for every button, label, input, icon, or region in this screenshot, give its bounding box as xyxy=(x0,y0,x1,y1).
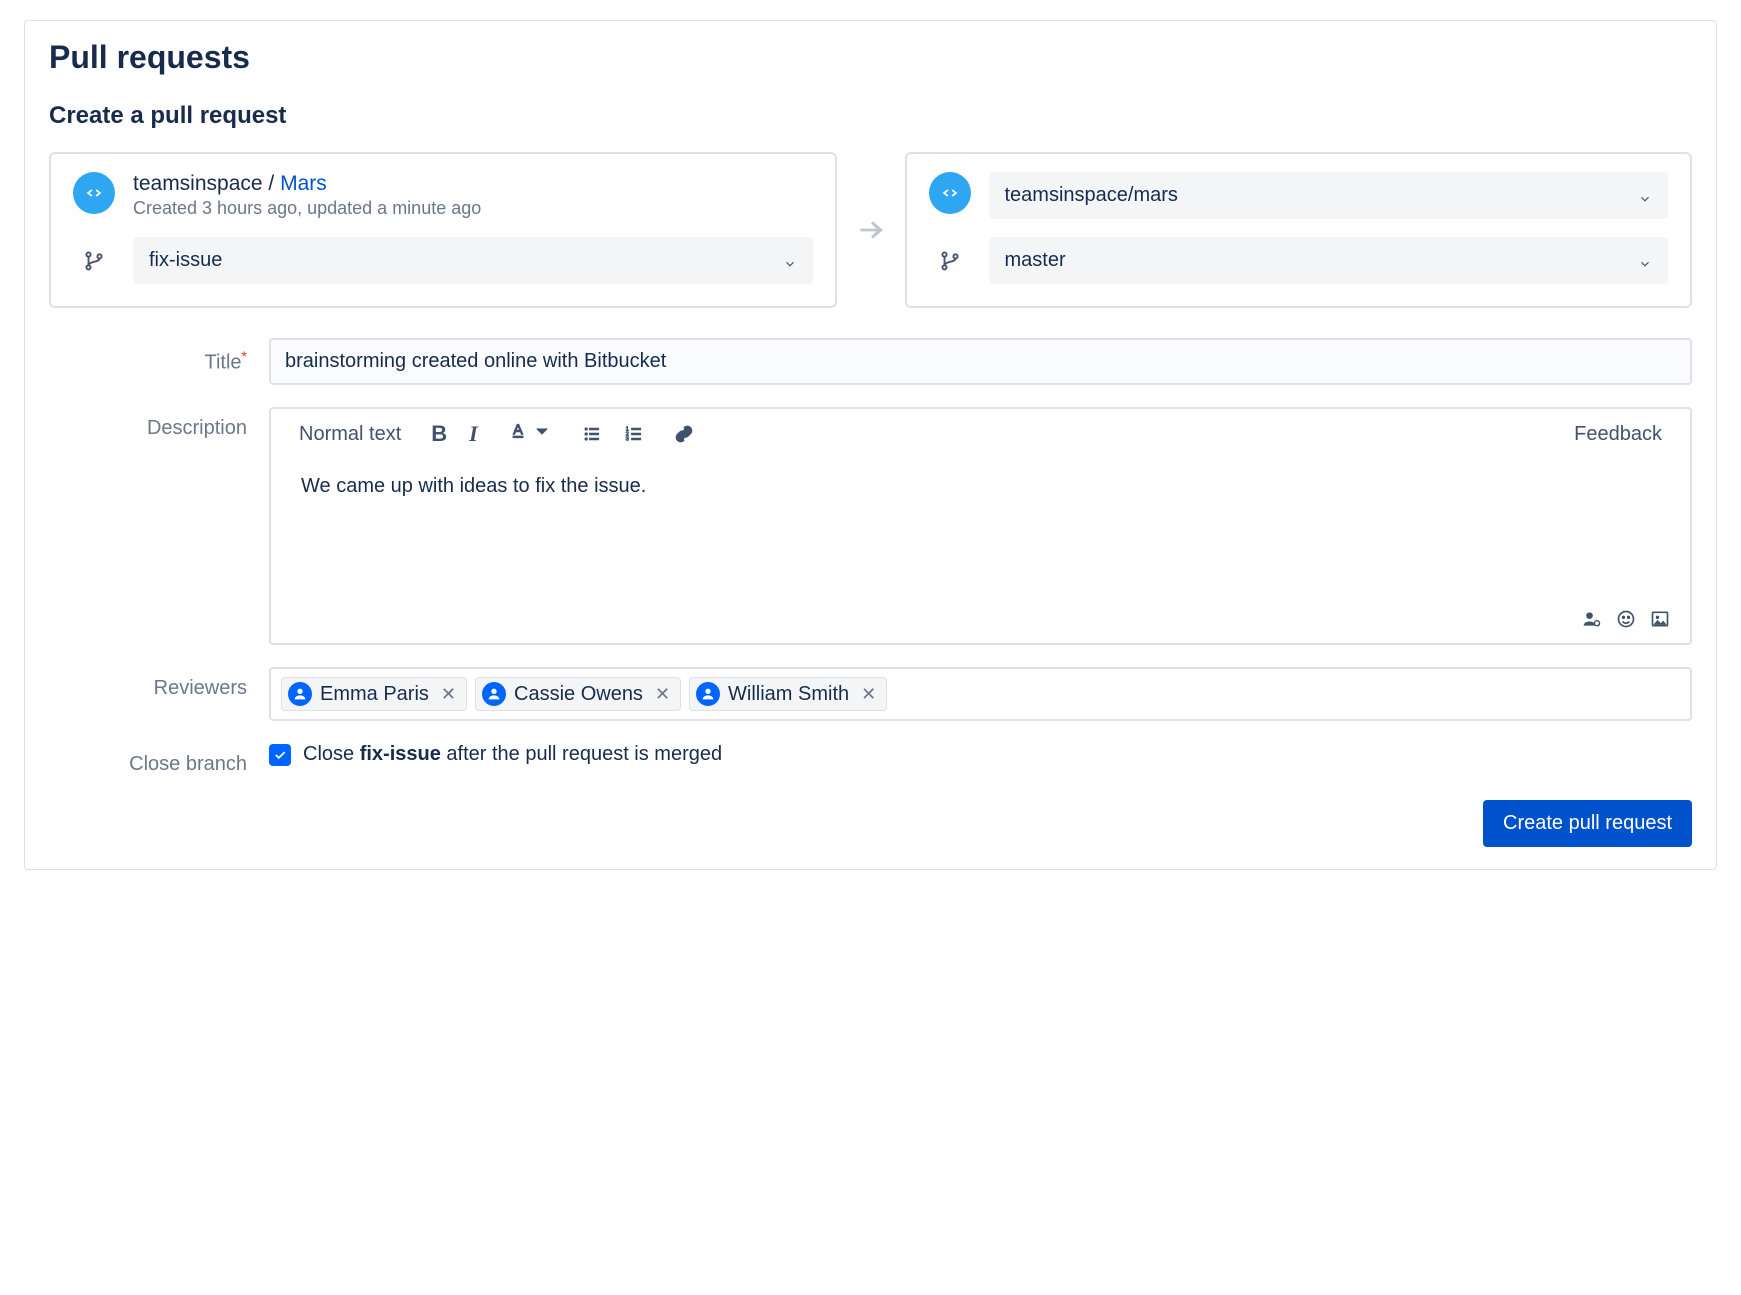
text-style-dropdown[interactable]: Normal text xyxy=(299,423,401,446)
dest-repo-value: teamsinspace/mars xyxy=(1005,184,1178,207)
image-icon[interactable] xyxy=(1650,609,1670,629)
chevron-down-icon xyxy=(1638,254,1652,268)
reviewers-input[interactable]: Emma Paris ✕ Cassie Owens ✕ William Smith ✕ xyxy=(269,667,1692,721)
person-icon xyxy=(288,682,312,706)
person-icon xyxy=(482,682,506,706)
close-branch-checkbox[interactable] xyxy=(269,744,291,766)
chevron-down-icon xyxy=(783,254,797,268)
title-label: Title* xyxy=(49,338,269,375)
chevron-down-icon xyxy=(532,421,552,447)
page-title: Pull requests xyxy=(49,39,1692,76)
dest-branch-card: teamsinspace/mars master xyxy=(905,152,1693,308)
reviewers-label: Reviewers xyxy=(49,667,269,700)
reviewer-chip: Emma Paris ✕ xyxy=(281,677,467,711)
remove-reviewer-button[interactable]: ✕ xyxy=(651,684,670,705)
source-branch-select[interactable]: fix-issue xyxy=(133,237,813,284)
remove-reviewer-button[interactable]: ✕ xyxy=(437,684,456,705)
reviewer-name: Cassie Owens xyxy=(514,683,643,706)
emoji-icon[interactable] xyxy=(1616,609,1636,629)
bullet-list-button[interactable] xyxy=(582,424,602,444)
reviewer-chip: William Smith ✕ xyxy=(689,677,887,711)
bold-button[interactable]: B xyxy=(431,421,447,447)
close-branch-label: Close branch xyxy=(49,743,269,776)
description-editor: Normal text B I 123 xyxy=(269,407,1692,645)
person-icon xyxy=(696,682,720,706)
source-repo-owner: teamsinspace xyxy=(133,172,263,195)
description-textarea[interactable]: We came up with ideas to fix the issue. xyxy=(271,459,1690,609)
description-label: Description xyxy=(49,407,269,440)
mention-icon[interactable] xyxy=(1582,609,1602,629)
link-button[interactable] xyxy=(674,424,694,444)
reviewer-name: William Smith xyxy=(728,683,849,706)
chevron-down-icon xyxy=(1638,189,1652,203)
branch-icon xyxy=(929,250,971,272)
source-branch-card: teamsinspace / Mars Created 3 hours ago,… xyxy=(49,152,837,308)
code-icon xyxy=(929,172,971,214)
feedback-link[interactable]: Feedback xyxy=(1574,423,1662,446)
italic-button[interactable]: I xyxy=(469,421,478,447)
text-color-button[interactable] xyxy=(508,421,552,447)
source-branch-value: fix-issue xyxy=(149,249,222,272)
source-repo-path: teamsinspace / Mars xyxy=(133,172,481,196)
code-icon xyxy=(73,172,115,214)
branch-icon xyxy=(73,250,115,272)
source-repo-link[interactable]: Mars xyxy=(280,172,327,195)
source-repo-meta: Created 3 hours ago, updated a minute ag… xyxy=(133,198,481,219)
section-title: Create a pull request xyxy=(49,102,1692,130)
close-branch-text: Close fix-issue after the pull request i… xyxy=(303,743,722,766)
create-pull-request-button[interactable]: Create pull request xyxy=(1483,800,1692,847)
dest-repo-select[interactable]: teamsinspace/mars xyxy=(989,172,1669,219)
numbered-list-button[interactable]: 123 xyxy=(624,424,644,444)
remove-reviewer-button[interactable]: ✕ xyxy=(857,684,876,705)
arrow-right-icon xyxy=(855,214,887,246)
dest-branch-select[interactable]: master xyxy=(989,237,1669,284)
title-input[interactable] xyxy=(269,338,1692,385)
reviewer-name: Emma Paris xyxy=(320,683,429,706)
svg-text:3: 3 xyxy=(625,437,628,443)
reviewer-chip: Cassie Owens ✕ xyxy=(475,677,681,711)
dest-branch-value: master xyxy=(1005,249,1066,272)
